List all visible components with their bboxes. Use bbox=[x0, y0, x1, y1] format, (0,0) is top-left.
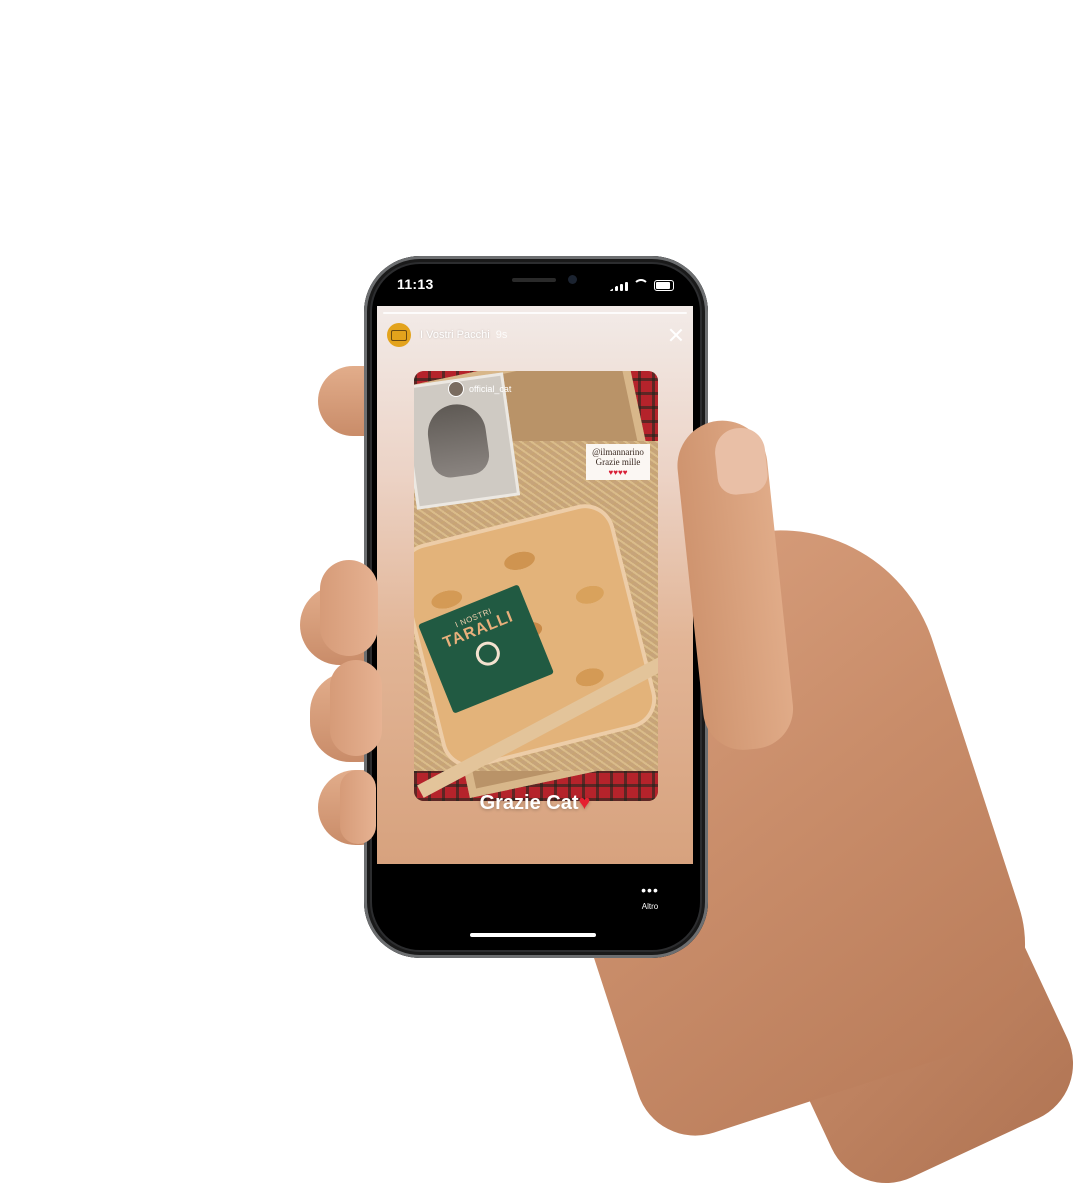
thanks-line-1: @ilmannarino bbox=[592, 447, 644, 457]
thanks-sticker: @ilmannarino Grazie mille ♥♥♥♥ bbox=[586, 444, 650, 480]
mention-username: official_cat bbox=[469, 384, 512, 394]
more-button[interactable]: ••• Altro bbox=[630, 882, 670, 911]
account-avatar[interactable] bbox=[387, 323, 411, 347]
thumb-nail bbox=[712, 425, 770, 497]
hand-finger bbox=[320, 560, 378, 656]
mention-avatar bbox=[448, 381, 464, 397]
story-time: 9s bbox=[495, 329, 508, 341]
story-header: I Vostri Pacchi 9s bbox=[387, 322, 683, 348]
story-view[interactable]: I Vostri Pacchi 9s I NOSTRI TARALLI offi… bbox=[377, 306, 693, 864]
status-time: 11:13 bbox=[397, 276, 434, 292]
hand-finger bbox=[340, 770, 376, 844]
phone-screen: 11:13 I Vostri Pacchi 9s I NOSTRI TARALL… bbox=[372, 264, 700, 950]
story-progress-bar bbox=[383, 312, 687, 314]
speaker bbox=[512, 278, 556, 282]
account-name[interactable]: I Vostri Pacchi bbox=[420, 329, 490, 341]
mention-sticker[interactable]: official_cat bbox=[448, 381, 511, 397]
battery-icon bbox=[654, 280, 674, 291]
portrait bbox=[424, 400, 492, 480]
close-icon[interactable] bbox=[669, 328, 683, 342]
more-label: Altro bbox=[641, 902, 659, 911]
heart-icon: ♥ bbox=[578, 792, 591, 814]
truck-icon bbox=[391, 329, 407, 341]
thanks-line-2: Grazie mille bbox=[595, 457, 641, 468]
tarallo-icon bbox=[472, 638, 504, 670]
more-icon: ••• bbox=[641, 882, 659, 898]
shared-story-photo[interactable]: I NOSTRI TARALLI official_cat @ilmannari… bbox=[414, 371, 658, 801]
status-icons bbox=[610, 279, 674, 291]
hearts-icon: ♥♥♥♥ bbox=[608, 467, 628, 477]
home-indicator[interactable] bbox=[470, 933, 596, 937]
front-camera bbox=[568, 275, 577, 284]
wifi-icon bbox=[633, 279, 649, 290]
hand-finger bbox=[330, 660, 382, 756]
notch bbox=[450, 264, 622, 292]
caption-text: Grazie Cat bbox=[479, 792, 579, 814]
story-caption: Grazie Cat♥ bbox=[377, 792, 693, 815]
